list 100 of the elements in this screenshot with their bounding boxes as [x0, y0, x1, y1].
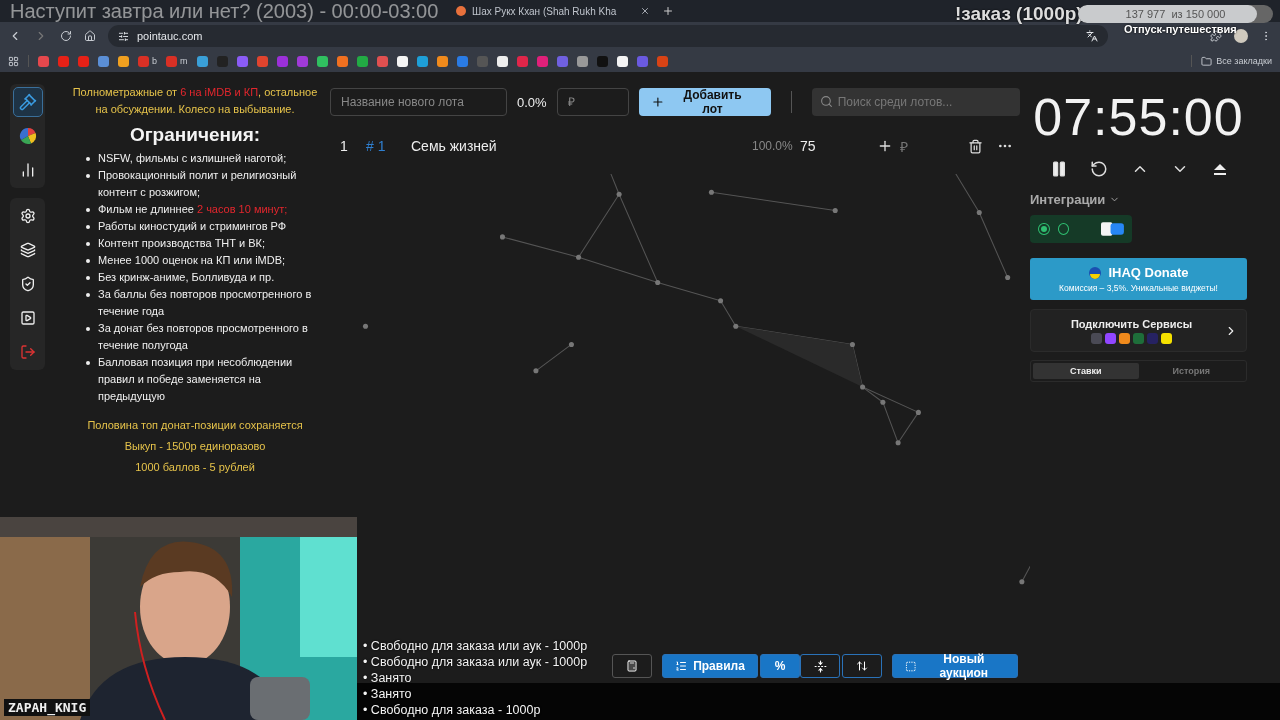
rule-text: Менее 1000 оценок на КП или iMDB; — [98, 253, 286, 268]
panel-tab[interactable]: Ставки — [1033, 363, 1139, 379]
rule-text: За баллы без повторов просмотренного в течение года — [98, 287, 313, 319]
vk-logo-icon — [1101, 222, 1124, 236]
bookmark-icon[interactable] — [396, 55, 408, 67]
trash-icon — [967, 138, 983, 154]
apps-icon[interactable] — [8, 55, 19, 67]
all-bookmarks-link[interactable]: Все закладки — [1216, 56, 1272, 66]
calculator-button[interactable] — [612, 654, 652, 678]
rule-text: Без кринж-аниме, Болливуда и пр. — [98, 270, 275, 285]
restart-icon — [1090, 160, 1109, 178]
webcam-name: ZAPAH_KNIG — [4, 699, 91, 716]
currency-text: ₽ — [900, 137, 909, 156]
integrations-title[interactable]: Интеграции — [1030, 192, 1106, 207]
bullet-icon — [86, 327, 90, 331]
browser-tab[interactable]: Шах Рукх Кхан (Shah Rukh Kha — [448, 1, 658, 21]
lot-percent: 100.0% — [752, 139, 794, 153]
settings-icon — [19, 208, 36, 224]
list-icon — [675, 660, 688, 672]
rule-text: Контент производства ТНТ и ВК; — [98, 236, 266, 251]
video-icon — [19, 310, 36, 326]
profile-icon[interactable] — [1234, 29, 1248, 43]
rule-text: Балловая позиция при несоблюдении правил и победе заменяется на предыдущую — [98, 355, 294, 404]
rule-text: Работы киностудий и стримингов РФ — [98, 219, 287, 234]
rule-text: NSFW, фильмы с излишней наготой; — [98, 151, 287, 166]
translate-icon[interactable] — [1086, 30, 1098, 42]
queue-item: • Занято — [362, 670, 412, 686]
new-tab-icon[interactable] — [662, 5, 674, 17]
footer-text: Половина топ донат-позиции сохраняется — [87, 418, 303, 433]
sort-icon — [856, 660, 868, 672]
bookmark-icon[interactable] — [118, 55, 129, 67]
lot-number: 1 — [340, 138, 349, 154]
bookmark-label[interactable]: b — [152, 56, 157, 66]
calculator-icon — [626, 660, 638, 672]
bullet-icon — [86, 242, 90, 246]
bullet-icon — [86, 225, 90, 229]
eject-icon — [1213, 162, 1227, 176]
rule-text: За донат без повторов просмотренного в течение полугода — [98, 321, 309, 353]
bookmark-icon[interactable] — [316, 55, 328, 67]
service-logo-icon — [1161, 332, 1172, 344]
bookmark-icon[interactable] — [436, 55, 448, 67]
plus-icon — [650, 95, 665, 109]
bookmark-icon[interactable] — [616, 55, 628, 67]
percent-button[interactable]: % — [760, 654, 800, 678]
donate-logo-icon — [1088, 265, 1103, 280]
pie-chart-icon — [18, 127, 37, 145]
service-logo-icon — [1133, 332, 1144, 344]
bullet-icon — [86, 293, 90, 297]
goal-reading: 137 977 из 150 000 — [1124, 8, 1227, 20]
service-logo-icon — [1147, 332, 1158, 344]
favicon-icon — [456, 6, 466, 16]
service-logo-icon — [1119, 332, 1130, 344]
panel-tab[interactable]: История — [1138, 363, 1244, 379]
collapse-button[interactable] — [800, 654, 840, 678]
bookmark-icon[interactable] — [496, 55, 508, 67]
fold-icon — [813, 659, 827, 673]
queue-item: • Свободно для заказа или аук - 1000р — [362, 638, 588, 654]
site-settings-icon[interactable] — [118, 30, 129, 42]
plus-icon — [877, 138, 893, 154]
goal-name: Отпуск-путешествия — [1124, 23, 1237, 35]
bullet-icon — [86, 276, 90, 280]
close-icon[interactable] — [640, 6, 650, 16]
services-title: Подключить Сервисы — [1070, 317, 1193, 330]
address-bar[interactable]: pointauc.com — [108, 25, 1108, 47]
search-icon — [819, 95, 833, 108]
rule-text: Фильм не длиннее 2 часов 10 минут; — [98, 202, 288, 217]
search-field[interactable]: Поиск среди лотов... — [811, 88, 1020, 116]
bullet-icon — [86, 259, 90, 263]
rules-heading: Ограничения: — [129, 124, 261, 146]
bullet-icon — [86, 361, 90, 365]
service-logo-icon — [1091, 332, 1102, 344]
new-auction-icon — [905, 659, 917, 673]
bullet-icon — [86, 174, 90, 178]
timer: 07:55:00 — [1032, 87, 1245, 148]
footer-text: 1000 баллов - 5 рублей — [134, 460, 256, 475]
service-logo-icon — [1105, 332, 1116, 344]
rule-text: Провокационный полит и религиозный контент с розжигом; — [98, 168, 298, 200]
queue-item: • Занято — [362, 686, 412, 702]
layers-icon — [19, 242, 36, 258]
new-auction-button[interactable]: Новый аукцион — [892, 654, 1018, 678]
home-icon[interactable] — [84, 30, 96, 42]
lot-amount: 75 — [800, 138, 817, 154]
intro-text: Полнометражные от 6 на iMDB и КП, остальное на обсуждении. Колесо на выбывание. — [71, 85, 319, 117]
gavel-icon — [18, 93, 37, 111]
services-card[interactable]: Подключить Сервисы — [1030, 309, 1247, 352]
add-lot-button[interactable]: Добавить лот — [638, 88, 771, 116]
bookmark-label[interactable]: m — [180, 56, 188, 66]
rules-button[interactable]: Правила — [662, 654, 758, 678]
lot-id: # 1 — [366, 138, 387, 154]
donate-title: IHAQ Donate — [1108, 265, 1189, 280]
folder-icon — [1201, 55, 1213, 67]
lot-name: Семь жизней — [411, 138, 498, 154]
sort-button[interactable] — [842, 654, 882, 678]
stream-title: Наступит завтра или нет? (2003) - 00:00-03:00 — [10, 0, 439, 23]
amount-field[interactable]: ₽ — [556, 88, 629, 116]
pause-icon — [1050, 160, 1068, 178]
queue-item: • Свободно для заказа - 1000р — [362, 702, 541, 718]
reload-icon[interactable] — [60, 30, 72, 42]
lot-name-field[interactable]: Название нового лота — [330, 88, 507, 116]
shield-check-icon — [19, 276, 36, 292]
